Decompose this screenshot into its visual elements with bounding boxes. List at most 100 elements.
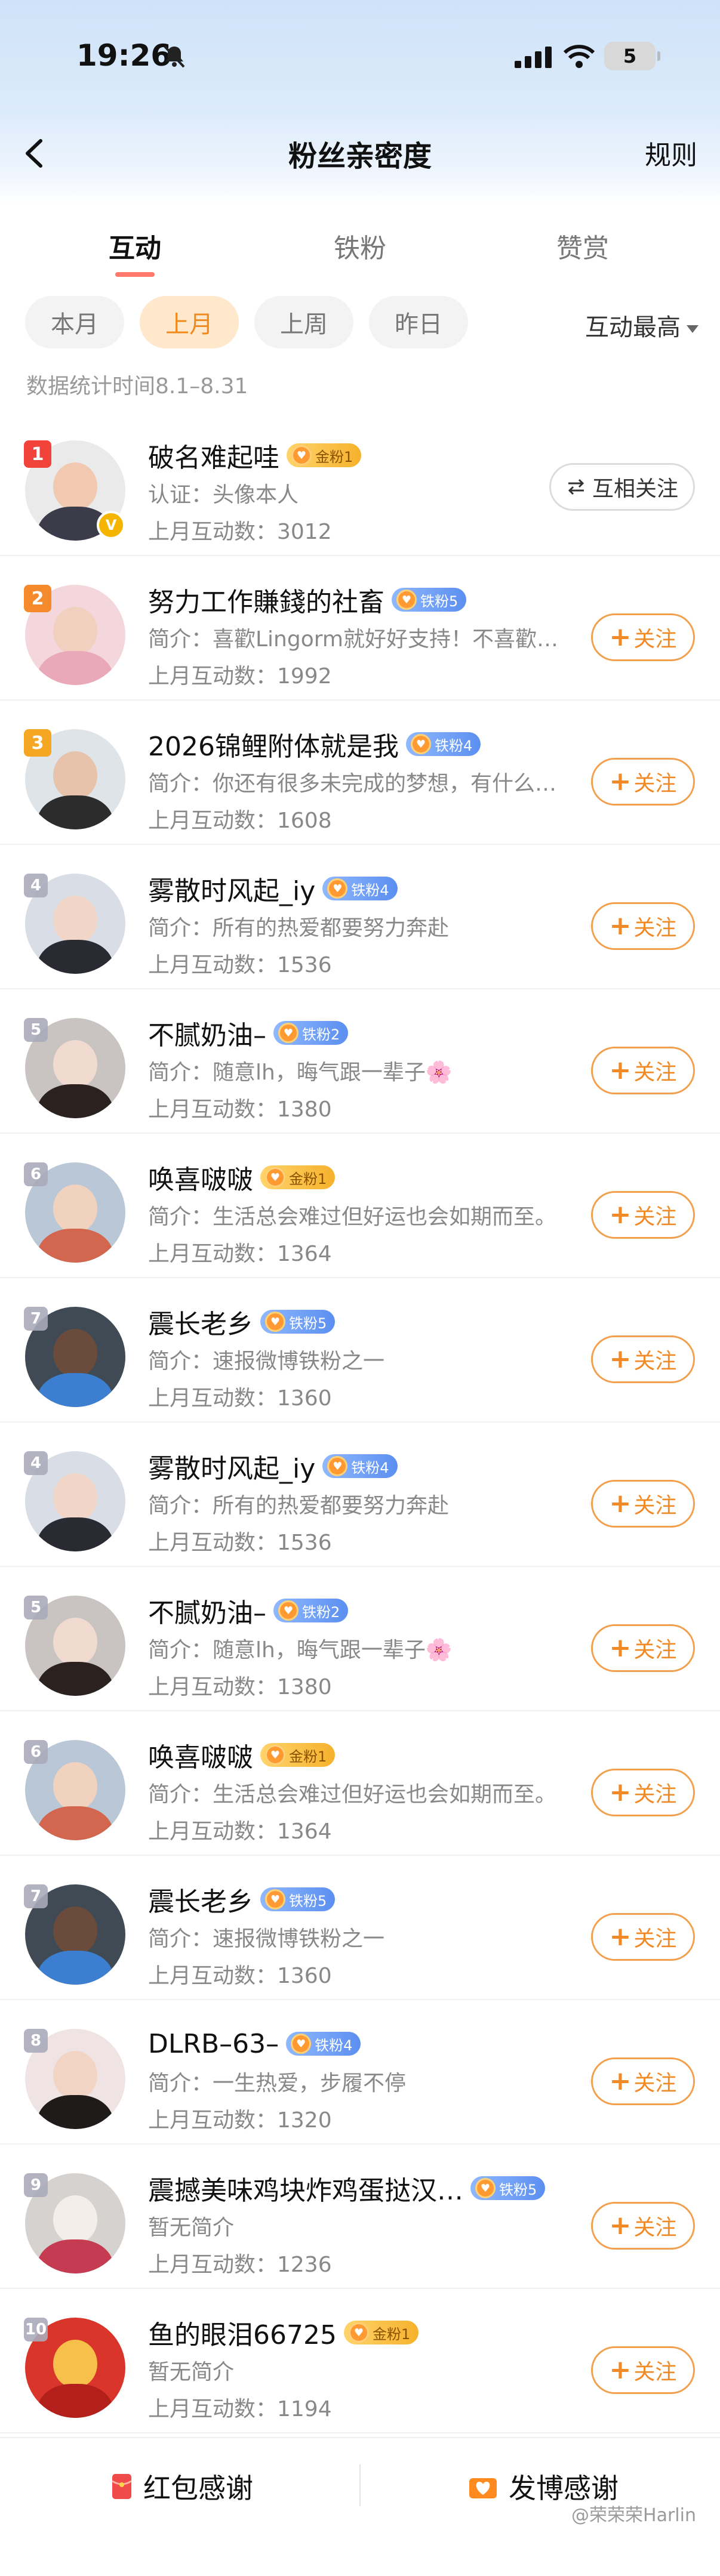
- fan-name[interactable]: 不腻奶油–: [148, 1014, 266, 1052]
- fan-name[interactable]: 唤喜啵啵: [148, 1158, 253, 1196]
- fan-info: 2026锦鲤附体就是我 ♥ 铁粉4 简介：你还有很多未完成的梦想，有什么… 上月…: [148, 726, 566, 834]
- fan-name[interactable]: 努力工作賺錢的社畜: [148, 581, 384, 619]
- follow-button[interactable]: + 关注: [591, 2057, 695, 2105]
- interaction-count: 上月互动数：1364: [148, 1819, 332, 1844]
- signal-icon: [515, 47, 552, 68]
- fan-name[interactable]: 破名难起哇: [148, 436, 279, 474]
- fan-row[interactable]: 5 不腻奶油– ♥ 铁粉2 简介：随意lh，晦气跟一辈子🌸 上月互动数：1380…: [0, 989, 720, 1134]
- follow-button[interactable]: + 关注: [591, 1335, 695, 1383]
- fan-badge-icon: ♥: [291, 445, 312, 465]
- fan-name[interactable]: 唤喜啵啵: [148, 1736, 253, 1774]
- post-thanks-icon: [469, 2478, 497, 2498]
- fan-name[interactable]: 雾散时风起_iy: [148, 1447, 315, 1485]
- fan-row[interactable]: 7 震长老乡 ♥ 铁粉5 简介：速报微博铁粉之一 上月互动数：1360 + 关注: [0, 1278, 720, 1423]
- follow-button[interactable]: + 关注: [591, 1624, 695, 1672]
- fan-row[interactable]: 6 唤喜啵啵 ♥ 金粉1 简介：生活总会难过但好运也会如期而至。 上月互动数：1…: [0, 1134, 720, 1278]
- avatar[interactable]: 9: [24, 2173, 125, 2273]
- avatar[interactable]: 10: [24, 2318, 125, 2418]
- fan-row[interactable]: 8 DLRB–63– ♥ 铁粉4 简介：一生热爱，步履不停 上月互动数：1320…: [0, 2000, 720, 2145]
- fan-description: 简介：喜歡Lingorm就好好支持！不喜歡…: [148, 627, 558, 652]
- fan-badge-icon: ♥: [475, 2178, 496, 2198]
- fan-description: 简介：随意lh，晦气跟一辈子🌸: [148, 1638, 453, 1662]
- rank-badge: 10: [24, 2318, 48, 2341]
- filter-last-month[interactable]: 上月: [140, 296, 239, 348]
- fan-badge-icon: ♥: [410, 734, 431, 754]
- follow-button[interactable]: + 关注: [591, 2202, 695, 2250]
- fan-description: 暂无简介: [148, 2360, 235, 2384]
- fan-row[interactable]: 10 鱼的眼泪66725 ♥ 金粉1 暂无简介 上月互动数：1194 + 关注: [0, 2289, 720, 2433]
- fan-level-badge: ♥ 铁粉4: [322, 1454, 398, 1478]
- fan-row[interactable]: 4 雾散时风起_iy ♥ 铁粉4 简介：所有的热爱都要努力奔赴 上月互动数：15…: [0, 845, 720, 989]
- rank-badge: 6: [24, 1162, 48, 1186]
- follow-button[interactable]: + 关注: [591, 1913, 695, 1961]
- avatar[interactable]: 5: [24, 1018, 125, 1118]
- filter-yesterday[interactable]: 昨日: [369, 296, 468, 348]
- tab-interaction[interactable]: 互动: [63, 227, 207, 265]
- sort-label: 互动最高: [585, 314, 681, 341]
- avatar[interactable]: 7: [24, 1884, 125, 1985]
- filter-last-week[interactable]: 上周: [254, 296, 353, 348]
- interaction-count: 上月互动数：1364: [148, 1242, 332, 1266]
- fan-badge-icon: ♥: [265, 1167, 285, 1187]
- fan-row[interactable]: 5 不腻奶油– ♥ 铁粉2 简介：随意lh，晦气跟一辈子🌸 上月互动数：1380…: [0, 1567, 720, 1711]
- plus-icon: +: [609, 911, 632, 941]
- fan-name[interactable]: 鱼的眼泪66725: [148, 2313, 337, 2352]
- avatar[interactable]: 8: [24, 2029, 125, 2129]
- fan-description: 简介：生活总会难过但好运也会如期而至。: [148, 1782, 557, 1807]
- avatar[interactable]: 7: [24, 1307, 125, 1407]
- tab-iron-fans[interactable]: 铁粉: [288, 227, 432, 265]
- red-packet-thanks-button[interactable]: 红包感谢: [111, 2467, 253, 2506]
- interaction-count: 上月互动数：3012: [148, 520, 332, 544]
- page-title: 粉丝亲密度: [288, 140, 432, 173]
- mutual-follow-button[interactable]: 互相关注: [549, 463, 695, 511]
- follow-button[interactable]: + 关注: [591, 2346, 695, 2394]
- tab-appreciation[interactable]: 赞赏: [511, 227, 654, 265]
- fan-level-badge: ♥ 铁粉5: [260, 1310, 336, 1334]
- fan-row[interactable]: 9 震撼美味鸡块炸鸡蛋挞汉… ♥ 铁粉5 暂无简介 上月互动数：1236 + 关…: [0, 2145, 720, 2289]
- rules-link[interactable]: 规则: [645, 134, 697, 172]
- fan-badge-icon: ♥: [348, 2322, 369, 2343]
- avatar[interactable]: 1 V: [24, 440, 125, 541]
- fan-row[interactable]: 2 努力工作賺錢的社畜 ♥ 铁粉5 简介：喜歡Lingorm就好好支持！不喜歡……: [0, 556, 720, 701]
- fan-name[interactable]: 震长老乡: [148, 1303, 253, 1341]
- fan-name[interactable]: 2026锦鲤附体就是我: [148, 725, 399, 763]
- follow-button[interactable]: + 关注: [591, 1191, 695, 1239]
- fan-row[interactable]: 7 震长老乡 ♥ 铁粉5 简介：速报微博铁粉之一 上月互动数：1360 + 关注: [0, 1856, 720, 2000]
- sort-dropdown[interactable]: 互动最高: [585, 308, 699, 343]
- avatar[interactable]: 2: [24, 585, 125, 685]
- avatar[interactable]: 3: [24, 729, 125, 829]
- fan-name[interactable]: 雾散时风起_iy: [148, 869, 315, 908]
- fan-row[interactable]: 6 唤喜啵啵 ♥ 金粉1 简介：生活总会难过但好运也会如期而至。 上月互动数：1…: [0, 1711, 720, 1856]
- avatar[interactable]: 4: [24, 1451, 125, 1551]
- fan-name[interactable]: DLRB–63–: [148, 2029, 279, 2059]
- follow-button[interactable]: + 关注: [591, 902, 695, 950]
- follow-button[interactable]: + 关注: [591, 1769, 695, 1816]
- avatar[interactable]: 6: [24, 1740, 125, 1840]
- plus-icon: +: [609, 1633, 632, 1663]
- fan-row[interactable]: 3 2026锦鲤附体就是我 ♥ 铁粉4 简介：你还有很多未完成的梦想，有什么… …: [0, 701, 720, 845]
- fan-badge-icon: ♥: [291, 2034, 312, 2054]
- filter-this-month[interactable]: 本月: [25, 296, 124, 348]
- fan-name[interactable]: 震撼美味鸡块炸鸡蛋挞汉…: [148, 2169, 463, 2207]
- fan-info: DLRB–63– ♥ 铁粉4 简介：一生热爱，步履不停 上月互动数：1320: [148, 2025, 566, 2134]
- avatar[interactable]: 4: [24, 874, 125, 974]
- fan-description: 简介：一生热爱，步履不停: [148, 2071, 407, 2096]
- fan-description: 认证：头像本人: [148, 483, 299, 507]
- follow-button[interactable]: + 关注: [591, 1480, 695, 1528]
- follow-button[interactable]: + 关注: [591, 613, 695, 661]
- fan-row[interactable]: 4 雾散时风起_iy ♥ 铁粉4 简介：所有的热爱都要努力奔赴 上月互动数：15…: [0, 1423, 720, 1567]
- follow-button[interactable]: + 关注: [591, 758, 695, 806]
- follow-button[interactable]: + 关注: [591, 1047, 695, 1094]
- fan-row[interactable]: 1 V 破名难起哇 ♥ 金粉1 认证：头像本人 上月互动数：3012 互相关注: [0, 412, 720, 556]
- avatar[interactable]: 6: [24, 1162, 125, 1263]
- fan-info: 不腻奶油– ♥ 铁粉2 简介：随意lh，晦气跟一辈子🌸 上月互动数：1380: [148, 1592, 566, 1701]
- interaction-count: 上月互动数：1360: [148, 1964, 332, 1988]
- plus-icon: +: [609, 1488, 632, 1519]
- fan-name[interactable]: 不腻奶油–: [148, 1591, 266, 1630]
- plus-icon: +: [609, 2210, 632, 2241]
- interaction-count: 上月互动数：1194: [148, 2397, 332, 2421]
- fan-level-label: 铁粉5: [289, 1315, 327, 1332]
- fan-name[interactable]: 震长老乡: [148, 1880, 253, 1918]
- follow-label: 关注: [633, 1782, 677, 1807]
- avatar[interactable]: 5: [24, 1596, 125, 1696]
